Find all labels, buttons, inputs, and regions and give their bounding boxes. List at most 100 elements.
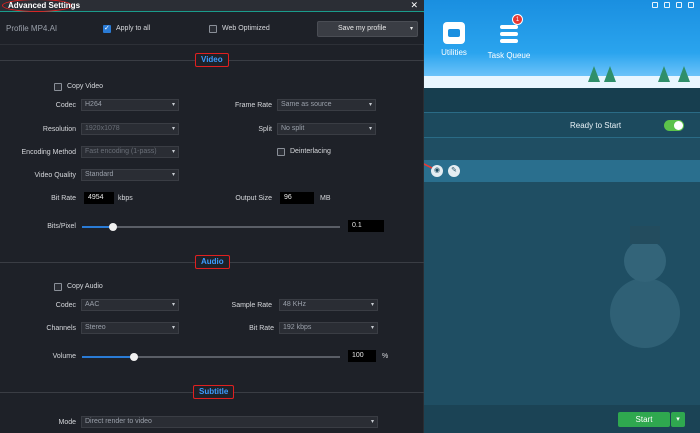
apply-to-all-checkbox[interactable] [103, 24, 111, 33]
resolution-select[interactable]: 1920x1078 ▾ [81, 123, 179, 135]
audio-bit-rate-select[interactable]: 192 kbps ▾ [279, 322, 378, 334]
video-quality-value: Standard [85, 171, 114, 178]
save-profile-button[interactable]: Save my profile ▾ [317, 21, 418, 37]
task-row[interactable]: ◉ ✎ [424, 160, 700, 182]
chevron-down-icon: ▾ [370, 419, 374, 425]
audio-bit-rate-value: 192 kbps [283, 324, 312, 331]
copy-video-label: Copy Video [67, 83, 104, 90]
split-label: Split [258, 126, 272, 133]
volume-slider-handle[interactable] [129, 353, 138, 361]
chevron-down-icon: ▾ [370, 325, 374, 331]
audio-codec-value: AAC [85, 301, 100, 308]
encoding-method-select[interactable]: Fast encoding (1-pass) ▾ [81, 146, 179, 158]
chevron-down-icon: ▾ [171, 325, 175, 331]
dialog-titlebar: Advanced Settings ✕ [0, 0, 424, 12]
codec-label: Codec [55, 102, 76, 109]
video-section-header: Video [0, 53, 424, 67]
output-size-unit: MB [320, 195, 331, 202]
split-select[interactable]: No split ▾ [277, 123, 376, 135]
menu-icon[interactable] [664, 2, 670, 8]
utilities-label: Utilities [441, 48, 467, 57]
channels-label: Channels [46, 325, 76, 332]
volume-input[interactable]: 100 [348, 350, 376, 362]
web-optimized-checkbox[interactable] [209, 25, 217, 33]
chevron-down-icon: ▾ [409, 26, 413, 32]
toolbar-banner: Utilities Task Queue 1 [424, 0, 700, 88]
screen-root: Utilities Task Queue 1 Ready to Start ◉ … [0, 0, 700, 433]
start-button[interactable]: Start [618, 412, 670, 427]
mode-label: Mode [58, 419, 76, 426]
video-codec-select[interactable]: H264 ▾ [81, 99, 179, 111]
chevron-down-icon: ▾ [171, 172, 175, 178]
close-icon[interactable]: ✕ [410, 0, 418, 11]
volume-slider[interactable] [82, 353, 340, 361]
chevron-down-icon: ▾ [171, 149, 175, 155]
encoding-method-value: Fast encoding (1-pass) [85, 148, 157, 155]
split-value: No split [281, 125, 305, 132]
copy-audio-checkbox[interactable] [54, 283, 62, 291]
subtitle-mode-select[interactable]: Direct render to video ▾ [81, 416, 378, 428]
video-codec-value: H264 [85, 101, 102, 108]
profile-bar: Profile MP4.AI Apply to all Web Optimize… [0, 13, 424, 45]
chevron-down-icon: ▾ [368, 102, 372, 108]
minimize-icon[interactable] [676, 2, 682, 8]
audio-codec-label: Codec [55, 302, 76, 309]
copy-video-checkbox[interactable] [54, 83, 62, 91]
channels-select[interactable]: Stereo ▾ [81, 322, 179, 334]
bits-pixel-input[interactable]: 0.1 [348, 220, 384, 232]
dialog-title: Advanced Settings [8, 1, 81, 10]
web-optimized-label: Web Optimized [222, 25, 270, 32]
frame-rate-label: Frame Rate [235, 102, 272, 109]
sample-rate-label: Sample Rate [231, 302, 272, 309]
deinterlacing-checkbox[interactable] [277, 148, 285, 156]
output-size-input[interactable]: 96 [280, 192, 314, 204]
bit-rate-input[interactable]: 4954 [84, 192, 114, 204]
bit-rate-unit: kbps [118, 195, 133, 202]
snowman-watermark [600, 226, 690, 356]
volume-slider-fill [82, 356, 134, 358]
output-size-label: Output Size [235, 195, 272, 202]
tree-icon [588, 66, 600, 82]
task-queue-badge: 1 [512, 14, 523, 25]
status-text: Ready to Start [570, 121, 622, 130]
sample-rate-value: 48 KHz [283, 301, 306, 308]
bits-pixel-slider[interactable] [82, 223, 340, 231]
utilities-button[interactable]: Utilities [429, 22, 479, 57]
bits-pixel-slider-handle[interactable] [108, 223, 117, 231]
profile-label: Profile MP4.AI [6, 24, 58, 33]
copy-audio-label: Copy Audio [67, 283, 103, 290]
edit-icon[interactable]: ✎ [448, 165, 460, 177]
frame-rate-select[interactable]: Same as source ▾ [277, 99, 376, 111]
task-queue-icon [498, 25, 520, 47]
background-app: Utilities Task Queue 1 Ready to Start ◉ … [424, 0, 700, 433]
subtitle-section-header: Subtitle [0, 385, 424, 399]
volume-unit: % [382, 353, 389, 360]
utilities-icon [443, 22, 465, 44]
video-quality-label: Video Quality [34, 172, 76, 179]
ready-toggle[interactable] [664, 120, 684, 131]
audio-section-title: Audio [195, 255, 230, 269]
tree-icon [678, 66, 690, 82]
apply-to-all-label: Apply to all [116, 25, 151, 32]
deinterlacing-label: Deinterlacing [290, 148, 331, 155]
resolution-label: Resolution [42, 126, 76, 133]
start-dropdown-button[interactable]: ▾ [671, 412, 685, 427]
bit-rate-label: Bit Rate [51, 195, 76, 202]
chevron-down-icon: ▾ [171, 102, 175, 108]
gift-icon[interactable] [652, 2, 658, 8]
video-quality-select[interactable]: Standard ▾ [81, 169, 179, 181]
chevron-down-icon: ▾ [171, 126, 175, 132]
app-divider [424, 88, 700, 112]
audio-codec-select[interactable]: AAC ▾ [81, 299, 179, 311]
sample-rate-select[interactable]: 48 KHz ▾ [279, 299, 378, 311]
task-queue-label: Task Queue [487, 51, 531, 60]
audio-section-header: Audio [0, 255, 424, 269]
video-section-title: Video [195, 53, 229, 67]
close-window-icon[interactable] [688, 2, 694, 8]
task-queue-button[interactable]: Task Queue [484, 22, 534, 60]
bits-pixel-label: Bits/Pixel [47, 223, 76, 230]
tree-icon [658, 66, 670, 82]
chevron-down-icon: ▾ [368, 126, 372, 132]
subtitle-section-title: Subtitle [193, 385, 235, 399]
chevron-down-icon: ▾ [370, 302, 374, 308]
